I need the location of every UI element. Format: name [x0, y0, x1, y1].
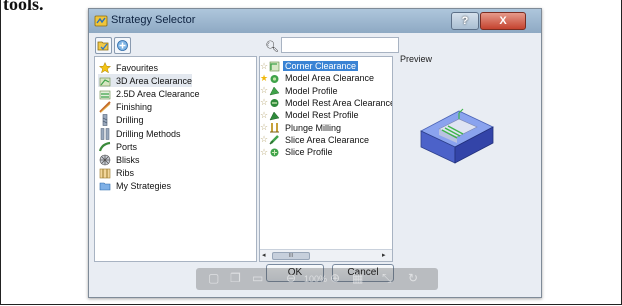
strategy-icon — [268, 122, 283, 133]
2-5d-area-clearance-icon — [98, 88, 111, 100]
strategy-item[interactable]: ☆ Corner Clearance — [260, 60, 392, 72]
scroll-right-arrow-icon[interactable]: ▸ — [382, 251, 386, 259]
search-input[interactable] — [281, 37, 399, 53]
strategy-icon — [268, 73, 283, 84]
favourite-star-icon[interactable]: ☆ — [260, 122, 268, 133]
category-label: Ports — [116, 141, 138, 152]
star-icon — [98, 61, 111, 74]
strategy-item[interactable]: ★ Model Area Clearance — [260, 72, 392, 84]
grid-icon[interactable]: ▦ — [352, 271, 363, 285]
strategy-icon — [268, 110, 283, 121]
strategy-preview-image — [420, 108, 494, 164]
category-label: Blisks — [116, 154, 140, 165]
drilling-methods-icon — [98, 127, 111, 140]
strategy-icon — [268, 61, 283, 72]
favourite-star-icon[interactable]: ☆ — [260, 147, 268, 158]
ports-icon — [98, 141, 111, 153]
favourite-star-icon[interactable]: ☆ — [260, 110, 268, 121]
strategy-label: Slice Area Clearance — [285, 134, 370, 145]
strategy-item[interactable]: ☆ Plunge Milling — [260, 122, 392, 134]
strategy-icon — [268, 97, 283, 108]
favourite-star-icon[interactable]: ★ — [260, 73, 268, 84]
strategy-item[interactable]: ☆ Slice Profile — [260, 146, 392, 158]
my-strategies-icon — [98, 180, 111, 192]
category-label: My Strategies — [116, 181, 172, 192]
category-label: Drilling Methods — [116, 128, 181, 139]
strategy-item[interactable]: ☆ Model Rest Profile — [260, 109, 392, 121]
category-label: 2.5D Area Clearance — [116, 88, 200, 99]
strategy-label: Model Rest Area Clearance — [285, 97, 393, 108]
dialog-title: Strategy Selector — [111, 14, 196, 26]
category-label: 3D Area Clearance — [116, 75, 193, 86]
close-button[interactable]: X — [480, 12, 526, 30]
strategy-list: ☆ Slice Profile ☆ Slice Area Clearance ☆ Plun… — [259, 56, 393, 262]
help-button[interactable]: ? — [451, 12, 479, 30]
resize-icon[interactable]: ⤡ — [382, 271, 392, 286]
horizontal-scrollbar[interactable]: ◂ III ▸ — [260, 249, 392, 261]
category-item[interactable]: Drilling Methods — [98, 127, 181, 140]
strategy-label: Corner Clearance — [283, 61, 359, 71]
scrollbar-thumb[interactable]: III — [272, 252, 310, 260]
strategy-item[interactable]: ☆ Slice Area Clearance — [260, 134, 392, 146]
zoom-level: 100% — [304, 274, 328, 284]
search-icon: 🔍︎ — [265, 41, 279, 53]
preview-label: Preview — [400, 54, 433, 64]
strategy-icon — [268, 134, 283, 145]
copy-icon[interactable]: ❐ — [230, 271, 241, 285]
category-label: Finishing — [116, 102, 153, 113]
3d-area-clearance-icon — [98, 75, 111, 87]
strategy-icon — [268, 147, 283, 158]
save-icon[interactable]: ▢ — [208, 271, 219, 285]
strategy-icon — [268, 85, 283, 96]
strategy-item[interactable]: ☆ Model Profile — [260, 85, 392, 97]
strategy-selector-dialog: Strategy Selector ? X 🔍︎ Favourites 3D Ar… — [88, 8, 542, 298]
rotate-icon[interactable]: ↻ — [408, 271, 418, 285]
category-item[interactable]: Finishing — [98, 101, 152, 114]
category-item[interactable]: 2.5D Area Clearance — [98, 87, 200, 100]
dialog-titlebar[interactable]: Strategy Selector ? X — [89, 9, 541, 33]
zoom-in-icon[interactable]: ⊕ — [330, 271, 340, 285]
category-item[interactable]: Drilling — [98, 114, 144, 127]
favourite-star-icon[interactable]: ☆ — [260, 85, 268, 96]
strategy-label: Plunge Milling — [285, 122, 342, 133]
strategy-label: Model Rest Profile — [285, 110, 359, 121]
favourite-star-icon[interactable]: ☆ — [260, 61, 268, 72]
category-item[interactable]: Ribs — [98, 167, 134, 180]
strategy-label: Model Area Clearance — [285, 73, 375, 84]
category-item[interactable]: Ports — [98, 140, 137, 153]
strategy-selector-app-icon — [94, 15, 108, 27]
category-item[interactable]: My Strategies — [98, 180, 171, 193]
ribs-icon — [98, 167, 111, 179]
category-item[interactable]: Favourites — [98, 61, 158, 74]
fit-icon[interactable]: ▭ — [252, 271, 263, 285]
favourite-star-icon[interactable]: ☆ — [260, 134, 268, 145]
category-item[interactable]: Blisks — [98, 153, 140, 166]
strategy-label: Slice Profile — [285, 147, 333, 158]
favourite-star-icon[interactable]: ☆ — [260, 97, 268, 108]
category-item[interactable]: 3D Area Clearance — [98, 74, 193, 88]
zoom-out-icon[interactable]: ⊖ — [286, 271, 296, 285]
scroll-left-arrow-icon[interactable]: ◂ — [262, 251, 266, 259]
category-list: Favourites 3D Area Clearance 2.5D Area Cle… — [94, 56, 257, 262]
drilling-icon — [98, 114, 111, 127]
category-label: Favourites — [116, 62, 159, 73]
finishing-icon — [98, 101, 111, 113]
document-caption-fragment: tools. — [3, 0, 44, 14]
add-strategy-icon[interactable] — [114, 37, 131, 54]
category-label: Ribs — [116, 168, 135, 179]
category-label: Drilling — [116, 115, 144, 126]
viewer-overlay-toolbar: ▢ ❐ ▭ ⊖ 100% ⊕ ▦ ⤡ ↻ — [196, 268, 438, 290]
strategy-label: Model Profile — [285, 85, 338, 96]
folder-open-icon[interactable] — [95, 37, 112, 54]
strategy-item[interactable]: ☆ Model Rest Area Clearance — [260, 97, 393, 109]
blisks-icon — [98, 154, 111, 166]
